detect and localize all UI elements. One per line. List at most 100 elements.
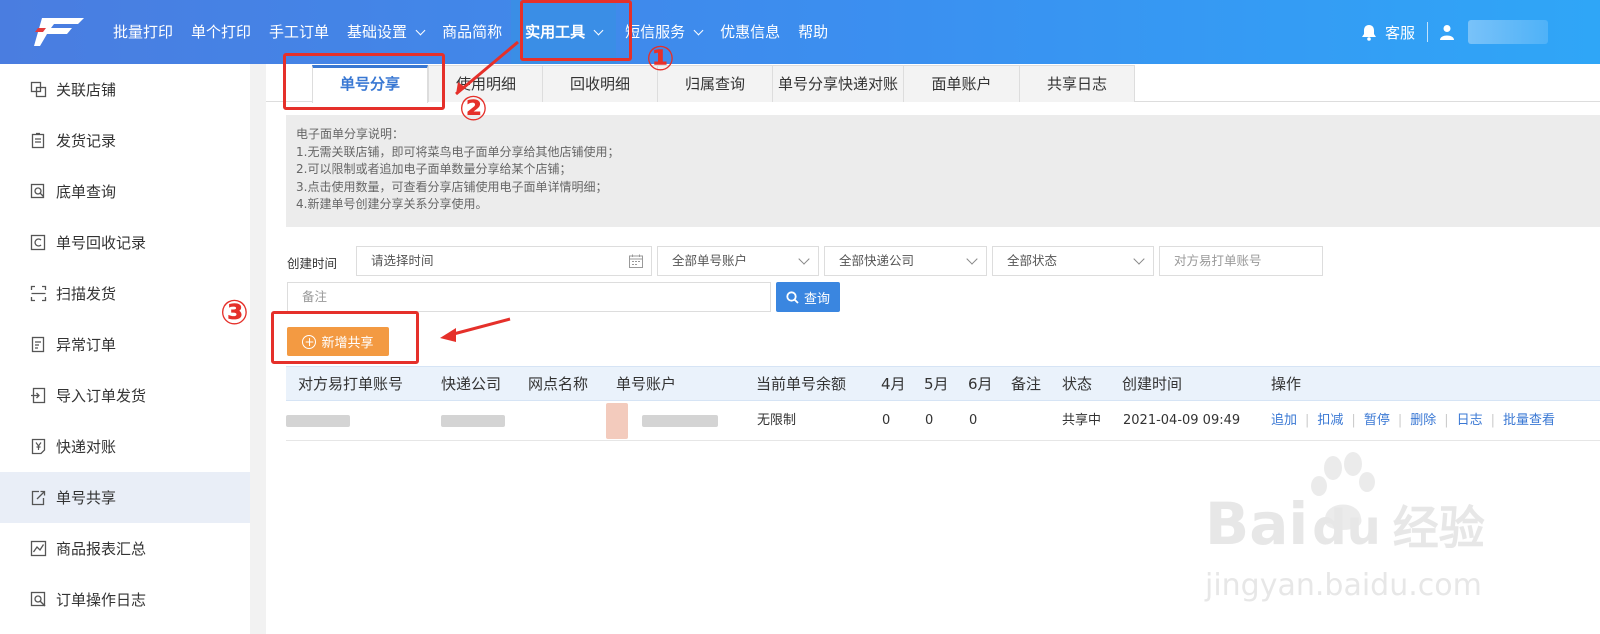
sidebar-item-label: 商品报表汇总 <box>56 540 147 558</box>
nav-label: 短信服务 <box>625 23 686 41</box>
nav-label: 单个打印 <box>191 23 252 41</box>
append-link[interactable]: 追加 <box>1271 401 1297 441</box>
nav-manual-order[interactable]: 手工订单 <box>260 0 338 64</box>
chevron-down-icon <box>593 25 604 35</box>
created-time-label: 创建时间 <box>287 256 338 271</box>
tab-waybill-accounts[interactable]: 面单账户 <box>903 65 1020 102</box>
customer-service-link[interactable]: 客服 <box>1385 22 1415 43</box>
tab-ownership-query[interactable]: 归属查询 <box>657 65 773 102</box>
top-navigation-bar: 批量打印 单个打印 手工订单 基础设置 商品简称 实用工具 短信服务 优惠信息 … <box>0 0 1600 64</box>
sidebar-item-courier-reconcile[interactable]: 快递对账 <box>0 421 250 472</box>
redacted-account <box>642 415 718 427</box>
sidebar-item-label: 导入订单发货 <box>56 387 147 405</box>
sidebar-item-shipping-records[interactable]: 发货记录 <box>0 115 250 166</box>
nav-promotions[interactable]: 优惠信息 <box>711 0 789 64</box>
sidebar-item-order-log[interactable]: 订单操作日志 <box>0 574 250 625</box>
remark-placeholder: 备注 <box>302 289 328 304</box>
tab-number-share[interactable]: 单号分享 <box>312 65 428 103</box>
nav-sms-service[interactable]: 短信服务 <box>616 0 711 64</box>
scan-icon <box>30 285 47 302</box>
nav-label: 手工订单 <box>269 23 330 41</box>
sidebar-item-label: 订单操作日志 <box>56 591 147 609</box>
nav-batch-print[interactable]: 批量打印 <box>104 0 182 64</box>
table-row: 无限制 0 0 0 共享中 2021-04-09 09:49 追加 | 扣减 | 暂… <box>286 401 1600 441</box>
sidebar-item-label: 快递对账 <box>56 438 117 456</box>
column-header: 创建时间 <box>1122 375 1183 393</box>
sidebar-item-exception-orders[interactable]: 异常订单 <box>0 319 250 370</box>
tab-recycle-details[interactable]: 回收明细 <box>542 65 658 102</box>
nav-help[interactable]: 帮助 <box>789 0 837 64</box>
nav-tools[interactable]: 实用工具 <box>511 0 617 64</box>
share-instructions: 电子面单分享说明： 1.无需关联店铺，即可将菜鸟电子面单分享给其他店铺使用； 2… <box>286 115 1600 227</box>
log-search-icon <box>30 591 46 607</box>
notice-title: 电子面单分享说明： <box>296 127 405 141</box>
column-header: 单号账户 <box>616 375 677 393</box>
time-range-input[interactable]: 请选择时间 <box>356 246 652 276</box>
app-logo-icon[interactable] <box>34 14 86 50</box>
yen-doc-icon <box>31 438 46 455</box>
remark-input[interactable]: 备注 <box>287 282 771 312</box>
sidebar-item-label: 异常订单 <box>56 336 117 354</box>
nav-product-alias[interactable]: 商品简称 <box>433 0 511 64</box>
column-header: 对方易打单账号 <box>298 375 404 393</box>
status-cell: 共享中 <box>1062 413 1102 428</box>
nav-label: 批量打印 <box>113 23 174 41</box>
add-share-label: 新增共享 <box>321 336 374 351</box>
sidebar-item-import-orders[interactable]: 导入订单发货 <box>0 370 250 421</box>
sidebar-item-receipt-query[interactable]: 底单查询 <box>0 166 250 217</box>
pause-link[interactable]: 暂停 <box>1364 401 1390 441</box>
tab-share-reconcile[interactable]: 单号分享快递对账 <box>772 65 904 102</box>
sidebar-item-label: 单号回收记录 <box>56 234 147 252</box>
sidebar-item-linked-stores[interactable]: 关联店铺 <box>0 64 250 115</box>
table-header: 对方易打单账号 快递公司 网点名称 单号账户 当前单号余额 4月 5月 6月 备… <box>286 366 1600 401</box>
nav-single-print[interactable]: 单个打印 <box>182 0 260 64</box>
sidebar-item-number-share[interactable]: 单号共享 <box>0 472 250 523</box>
courier-select[interactable]: 全部快递公司 <box>824 246 987 276</box>
notice-line: 1.无需关联店铺，即可将菜鸟电子面单分享给其他店铺使用； <box>296 144 620 159</box>
created-time-cell: 2021-04-09 09:49 <box>1123 413 1241 428</box>
notice-line: 4.新建单号创建分享关系分享使用。 <box>296 197 488 211</box>
chevron-down-icon <box>798 253 810 265</box>
baidu-jingyan-watermark: Bai du 经验 jingyan.baidu.com <box>1205 448 1495 618</box>
peer-account-input[interactable]: 对方易打单账号 <box>1159 246 1323 276</box>
user-icon[interactable] <box>1440 24 1454 40</box>
separator: | <box>1490 413 1496 428</box>
tab-bar: 单号分享 使用明细 回收明细 归属查询 单号分享快递对账 面单账户 共享日志 <box>266 64 1600 103</box>
column-header: 当前单号余额 <box>756 375 847 393</box>
chevron-down-icon <box>966 253 978 265</box>
exception-doc-icon <box>31 336 45 353</box>
tab-usage-details[interactable]: 使用明细 <box>428 65 544 102</box>
search-icon <box>786 290 799 304</box>
separator: | <box>1444 413 1449 428</box>
tab-share-log[interactable]: 共享日志 <box>1019 65 1135 102</box>
column-header: 快递公司 <box>441 375 502 393</box>
delete-link[interactable]: 删除 <box>1410 401 1436 441</box>
balance-cell: 无限制 <box>757 413 797 428</box>
add-share-button[interactable]: + 新增共享 <box>287 327 389 356</box>
account-select[interactable]: 全部单号账户 <box>657 246 819 276</box>
sidebar-item-scan-ship[interactable]: 扫描发货 <box>0 268 250 319</box>
username-redacted[interactable] <box>1468 20 1548 44</box>
sidebar-item-recycle-records[interactable]: 单号回收记录 <box>0 217 250 268</box>
jun-cell: 0 <box>969 413 978 428</box>
nav-label: 基础设置 <box>347 23 408 41</box>
column-header: 4月 <box>881 375 906 393</box>
query-button[interactable]: 查询 <box>776 282 840 312</box>
sidebar-item-label: 单号共享 <box>56 489 117 507</box>
status-select-value: 全部状态 <box>1007 253 1058 268</box>
deduct-link[interactable]: 扣减 <box>1317 401 1343 441</box>
sidebar: 关联店铺 发货记录 底单查询 单号回收记录 扫描发货 异常订单 导入订单发货 快… <box>0 64 250 634</box>
sidebar-item-product-report[interactable]: 商品报表汇总 <box>0 523 250 574</box>
batch-view-link[interactable]: 批量查看 <box>1503 401 1555 441</box>
separator: | <box>1397 413 1403 428</box>
redacted-courier <box>441 415 505 427</box>
nav-basic-settings[interactable]: 基础设置 <box>338 0 433 64</box>
separator: | <box>1305 413 1310 428</box>
log-link[interactable]: 日志 <box>1457 401 1483 441</box>
time-placeholder: 请选择时间 <box>371 253 434 268</box>
nav-label: 优惠信息 <box>720 23 781 41</box>
status-select[interactable]: 全部状态 <box>992 246 1154 276</box>
plus-circle-icon: + <box>302 334 317 349</box>
peer-account-placeholder: 对方易打单账号 <box>1174 253 1262 268</box>
chevron-down-icon <box>1133 253 1145 265</box>
